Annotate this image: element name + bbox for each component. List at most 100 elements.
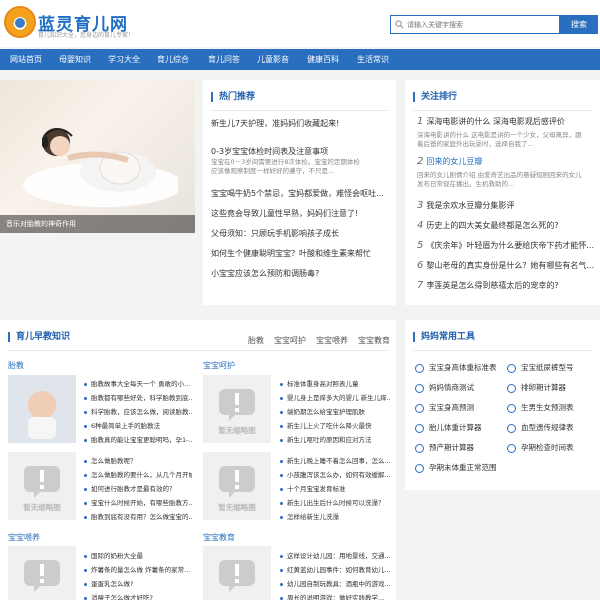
article-thumbnail[interactable]: 暂无缩略图: [203, 452, 271, 520]
nav-item-home[interactable]: 网站首页: [10, 49, 42, 70]
hot-title: 热门推荐: [211, 92, 255, 102]
article-link[interactable]: 红黄蓝幼儿园事件：如何教育幼儿...: [280, 564, 390, 574]
weight-icon: [415, 463, 424, 473]
nav-item-maternal[interactable]: 母婴知识: [59, 49, 91, 70]
article-link[interactable]: 胎教到底有没有用？怎么做宝宝的...: [84, 511, 192, 521]
article-link[interactable]: 国际的奶粉大全最: [84, 550, 192, 560]
tab-education[interactable]: 宝宝教育: [358, 335, 390, 346]
article-link[interactable]: 科学胎教，应该怎么做，阅读胎教...: [84, 406, 192, 416]
tool-eq-test[interactable]: 妈妈情商测试: [415, 382, 474, 393]
article-link[interactable]: 怎么做胎教呢？: [84, 455, 192, 465]
smile-icon: [415, 383, 424, 393]
nav-item-life[interactable]: 生活常识: [357, 49, 389, 70]
tool-weight-range[interactable]: 孕期末体重正常范围: [415, 462, 497, 473]
main-nav: 网站首页 母婴知识 学习大全 育儿综合 育儿问答 儿童影音 健康百科 生活常识: [0, 49, 600, 70]
article-link[interactable]: 这样设计幼儿园：用地景线，交通...: [280, 550, 390, 560]
nav-item-learning[interactable]: 学习大全: [108, 49, 140, 70]
article-link[interactable]: 新生儿出生后什么时候可以洗澡？: [280, 497, 390, 507]
article-link[interactable]: 胎教都有哪些好处，科学胎教到底...: [84, 392, 192, 402]
search-button[interactable]: 搜索: [560, 15, 598, 34]
rank-item[interactable]: 3 我是余欢水豆瓣分集影评: [417, 200, 597, 211]
article-link[interactable]: 新生儿上火了吃什么降火最快: [280, 420, 390, 430]
hot-recommend-panel: 热门推荐 新生儿7天护理，准妈妈们收藏起来! 0-3岁宝宝体检时间表及注意事项 …: [203, 80, 396, 305]
rank-item[interactable]: 1 深海电影讲的什么 深海电影观后感评价: [417, 116, 597, 127]
hot-item[interactable]: 新生儿7天护理，准妈妈们收藏起来!: [211, 118, 391, 129]
article-link[interactable]: 标准体重身高对照表儿童: [280, 378, 390, 388]
rank-title: 关注排行: [413, 92, 457, 102]
rank-item[interactable]: 5 《庆余年》叶轻眉为什么要给庆帝下药才能怀...: [417, 240, 597, 251]
no-image-placeholder-icon: [24, 560, 60, 592]
tool-blood-type[interactable]: 血型遗传规律表: [507, 422, 574, 433]
tool-gender-predict[interactable]: 生男生女预测表: [507, 402, 574, 413]
hot-item[interactable]: 0-3岁宝宝体检时间表及注意事项: [211, 146, 391, 157]
article-link[interactable]: 新生儿晚上睡不着怎么回事，怎么...: [280, 455, 390, 465]
ranking-panel: 关注排行 1 深海电影讲的什么 深海电影观后感评价 深海电影讲的什么 这电影是讲的…: [405, 80, 600, 305]
hot-item[interactable]: 父母须知：只顾玩手机影响孩子成长: [211, 228, 391, 239]
section-label-feeding[interactable]: 宝宝喂养: [8, 532, 40, 543]
article-link[interactable]: 新生儿呕吐的原因和应对方法: [280, 434, 390, 444]
tab-baby-care[interactable]: 宝宝呵护: [274, 335, 306, 346]
hot-item[interactable]: 这些竟会导致儿童性早熟，妈妈们注意了!: [211, 208, 391, 219]
ruler-icon: [415, 363, 424, 373]
rank-item[interactable]: 4 历史上的四大美女最终都是怎么死的?: [417, 220, 597, 231]
article-thumbnail[interactable]: 暂无缩略图: [203, 375, 271, 443]
hot-item[interactable]: 小宝宝应该怎么预防和调肠毒?: [211, 268, 391, 279]
article-link[interactable]: 宝宝什么时候开始，有哪些胎教方...: [84, 497, 192, 507]
nav-item-media[interactable]: 儿童影音: [257, 49, 289, 70]
article-link[interactable]: 炸薯条的量怎么做 炸薯条的家常...: [84, 564, 192, 574]
rank-item[interactable]: 2 回来的女儿豆瓣: [417, 156, 597, 167]
hero-photo: [23, 128, 178, 207]
rank-item[interactable]: 6 黎山老母的真实身份是什么？她有哪些有名气...: [417, 260, 597, 271]
tool-diaper-size[interactable]: 宝宝纸尿裤型号: [507, 362, 574, 373]
search-input[interactable]: [407, 16, 557, 33]
article-link[interactable]: 胎教故事大全每天一个 勇敢的小...: [84, 378, 192, 388]
calculator-icon: [415, 443, 424, 453]
article-link[interactable]: 胎教真的能让宝宝更聪明吗，孕1-...: [84, 434, 192, 444]
article-link[interactable]: 周长的说明游戏：做好实践教学...: [280, 592, 390, 600]
tool-ovulation[interactable]: 排卵期计算器: [507, 382, 566, 393]
hot-item-desc: 宝宝在0－3岁间需要进行8次体检。宝宝的定期体检 应该像观察制度一样好好的遵守，不…: [211, 158, 360, 175]
hero-caption[interactable]: 音乐对胎教的神奇作用: [0, 215, 195, 233]
tab-prenatal[interactable]: 胎教: [248, 335, 264, 346]
article-link[interactable]: 端奶期怎么给宝宝护理肌肤: [280, 406, 390, 416]
article-link[interactable]: 十个月宝宝发育标准: [280, 483, 390, 493]
article-link[interactable]: 蛋蛋乳怎么做?: [84, 578, 192, 588]
nav-item-health[interactable]: 健康百科: [307, 49, 339, 70]
tool-fetal-weight[interactable]: 胎儿体重计算器: [415, 422, 482, 433]
tool-checkup[interactable]: 孕期检查时间表: [507, 442, 574, 453]
tool-height-weight[interactable]: 宝宝身高体重标准表: [415, 362, 497, 373]
article-link[interactable]: 幼儿园自制玩教具：酒瓶中的游戏...: [280, 578, 390, 588]
scale-icon: [415, 423, 424, 433]
rank-item[interactable]: 7 李莲英是怎么得到慈禧太后的宠幸的?: [417, 280, 597, 291]
hot-item[interactable]: 如何生个健康聪明宝宝？叶酸和维生素来帮忙: [211, 248, 391, 259]
article-link[interactable]: 如何进行胎教才是最有效的？: [84, 483, 192, 493]
article-thumbnail[interactable]: [8, 546, 76, 600]
clipboard-icon: [507, 443, 516, 453]
nav-item-parenting[interactable]: 育儿综合: [157, 49, 189, 70]
no-image-text: 暂无缩略图: [218, 503, 256, 512]
no-image-text: 暂无缩略图: [218, 426, 256, 435]
hero-image[interactable]: 音乐对胎教的神奇作用: [0, 80, 195, 233]
article-link[interactable]: 消瘦子怎么做才好吃?: [84, 592, 192, 600]
section-label-prenatal[interactable]: 胎教: [8, 360, 24, 371]
article-thumbnail[interactable]: [203, 546, 271, 600]
article-thumbnail[interactable]: 暂无缩略图: [8, 452, 76, 520]
nav-item-qa[interactable]: 育儿问答: [208, 49, 240, 70]
section-label-education[interactable]: 宝宝教育: [203, 532, 235, 543]
section-label-baby-care[interactable]: 宝宝呵护: [203, 360, 235, 371]
tools-panel: 妈妈常用工具 宝宝身高体重标准表 宝宝纸尿裤型号 妈妈情商测试 排卵期计算器 宝…: [405, 320, 600, 490]
article-link[interactable]: 小孩腹泻该怎么办，如何有效缓解...: [280, 469, 390, 479]
hot-item[interactable]: 宝宝喝牛奶5个禁忌，宝妈都爱做，难怪会呕吐...: [211, 188, 391, 199]
tool-height-predict[interactable]: 宝宝身高预测: [415, 402, 474, 413]
article-thumbnail[interactable]: [8, 375, 76, 443]
article-link[interactable]: 怎样给新生儿洗澡: [280, 511, 390, 521]
article-link[interactable]: 怎么做胎教的要什么，从几个月开始...: [84, 469, 192, 479]
tool-due-date[interactable]: 预产期计算器: [415, 442, 474, 453]
article-link[interactable]: 婴儿身上是痒多大的婴儿 新生儿痒...: [280, 392, 390, 402]
divider: [413, 110, 592, 111]
article-link[interactable]: 6种最简单上手的胎教法: [84, 420, 192, 430]
gender-icon: [507, 403, 516, 413]
tab-feeding[interactable]: 宝宝喂养: [316, 335, 348, 346]
logo-face-icon: [15, 18, 25, 28]
site-logo[interactable]: [4, 6, 36, 38]
